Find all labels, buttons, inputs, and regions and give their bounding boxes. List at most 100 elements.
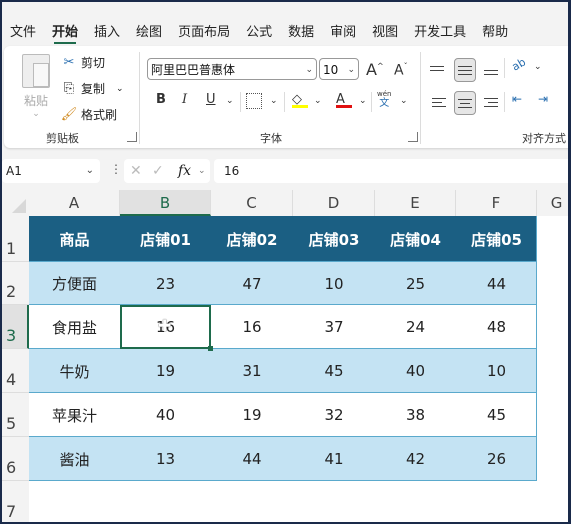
phonetic-guide-button[interactable]: wén 文 xyxy=(377,90,391,109)
row-header-1[interactable]: 1 xyxy=(2,216,29,262)
select-all-button[interactable] xyxy=(2,190,29,216)
decrease-indent-button[interactable]: ⇤ xyxy=(512,92,522,106)
middle-align-button[interactable] xyxy=(454,58,476,82)
table-cell[interactable]: 44 xyxy=(211,437,293,481)
align-left-button[interactable] xyxy=(432,94,450,110)
tab-10[interactable]: 帮助 xyxy=(474,16,516,46)
column-header-d[interactable]: D xyxy=(293,190,375,216)
tab-4[interactable]: 页面布局 xyxy=(170,16,238,46)
font-color-button[interactable]: A xyxy=(336,92,352,108)
row-header-7[interactable]: 7 xyxy=(2,481,29,522)
tab-9[interactable]: 开发工具 xyxy=(406,16,474,46)
name-box[interactable]: A1 ⌄ xyxy=(2,159,100,183)
formula-input[interactable]: 16 xyxy=(214,159,568,183)
clipboard-launcher-icon[interactable] xyxy=(127,132,137,142)
table-cell[interactable]: 40 xyxy=(375,349,456,393)
column-header-g[interactable]: G xyxy=(537,190,568,216)
tab-8[interactable]: 视图 xyxy=(364,16,406,46)
table-cell[interactable]: 25 xyxy=(375,262,456,305)
cut-button[interactable]: ✂ 剪切 xyxy=(60,54,105,71)
table-cell[interactable]: 16 xyxy=(211,305,293,349)
header-cell[interactable]: 店铺03 xyxy=(293,216,375,262)
chevron-down-icon[interactable]: ⌄ xyxy=(226,96,234,106)
table-cell[interactable]: 31 xyxy=(211,349,293,393)
font-size-select[interactable]: 10 ⌄ xyxy=(319,58,359,80)
table-cell[interactable]: 方便面 xyxy=(29,262,120,305)
chevron-down-icon[interactable]: ⌄ xyxy=(359,96,367,106)
font-launcher-icon[interactable] xyxy=(408,132,418,142)
tab-5[interactable]: 公式 xyxy=(238,16,280,46)
header-cell[interactable]: 店铺02 xyxy=(211,216,293,262)
column-header-b[interactable]: B xyxy=(120,190,211,216)
table-cell[interactable]: 苹果汁 xyxy=(29,393,120,437)
table-cell[interactable]: 食用盐 xyxy=(29,305,120,349)
table-cell[interactable]: 10 xyxy=(456,349,537,393)
increase-indent-button[interactable]: ⇥ xyxy=(538,92,548,106)
tab-7[interactable]: 审阅 xyxy=(322,16,364,46)
row-header-6[interactable]: 6 xyxy=(2,437,29,481)
chevron-down-icon[interactable]: ⌄ xyxy=(116,84,124,94)
table-cell[interactable]: 24 xyxy=(375,305,456,349)
tab-0[interactable]: 文件 xyxy=(2,16,44,46)
table-cell[interactable]: 19 xyxy=(211,393,293,437)
tab-2[interactable]: 插入 xyxy=(86,16,128,46)
table-cell[interactable]: 38 xyxy=(375,393,456,437)
bottom-align-button[interactable] xyxy=(484,64,502,80)
more-icon[interactable]: ⋮ xyxy=(110,162,122,176)
bold-button[interactable]: B xyxy=(156,92,166,107)
chevron-down-icon[interactable]: ⌄ xyxy=(314,96,322,106)
table-cell[interactable]: 10 xyxy=(293,262,375,305)
italic-button[interactable]: I xyxy=(182,92,187,107)
column-header-f[interactable]: F xyxy=(456,190,537,216)
header-cell[interactable]: 商品 xyxy=(29,216,120,262)
align-center-button[interactable] xyxy=(454,91,476,115)
table-cell[interactable]: 23 xyxy=(120,262,211,305)
table-cell[interactable]: 48 xyxy=(456,305,537,349)
header-cell[interactable]: 店铺04 xyxy=(375,216,456,262)
copy-button[interactable]: ⎘ 复制 ⌄ xyxy=(60,80,124,97)
tab-6[interactable]: 数据 xyxy=(280,16,322,46)
header-cell[interactable]: 店铺01 xyxy=(120,216,211,262)
underline-button[interactable]: U xyxy=(206,92,216,107)
column-header-e[interactable]: E xyxy=(375,190,456,216)
tab-1[interactable]: 开始 xyxy=(44,16,86,46)
table-cell[interactable]: 45 xyxy=(293,349,375,393)
table-cell[interactable]: 32 xyxy=(293,393,375,437)
fill-handle[interactable] xyxy=(208,346,213,351)
row-header-4[interactable]: 4 xyxy=(2,349,29,393)
paste-button[interactable]: 粘贴 ⌄ xyxy=(18,54,54,122)
table-cell[interactable]: 42 xyxy=(375,437,456,481)
table-cell[interactable]: 47 xyxy=(211,262,293,305)
enter-icon[interactable]: ✓ xyxy=(152,159,164,183)
table-cell[interactable]: 26 xyxy=(456,437,537,481)
table-cell[interactable]: 41 xyxy=(293,437,375,481)
column-header-a[interactable]: A xyxy=(29,190,120,216)
table-cell[interactable]: 酱油 xyxy=(29,437,120,481)
chevron-down-icon[interactable]: ⌄ xyxy=(534,62,542,72)
shrink-font-button[interactable]: Aˇ xyxy=(394,62,408,79)
chevron-down-icon[interactable]: ⌄ xyxy=(400,96,408,106)
column-header-c[interactable]: C xyxy=(211,190,293,216)
table-cell[interactable]: 40 xyxy=(120,393,211,437)
align-right-button[interactable] xyxy=(484,94,502,110)
row-header-5[interactable]: 5 xyxy=(2,393,29,437)
chevron-down-icon[interactable]: ⌄ xyxy=(270,96,278,106)
font-name-select[interactable]: 阿里巴巴普惠体 ⌄ xyxy=(147,58,317,80)
format-painter-button[interactable]: 🖌 格式刷 xyxy=(60,106,117,123)
row-header-3[interactable]: 3 xyxy=(2,305,29,349)
row-header-2[interactable]: 2 xyxy=(2,262,29,305)
top-align-button[interactable] xyxy=(430,60,448,76)
table-cell[interactable]: 45 xyxy=(456,393,537,437)
cancel-icon[interactable]: ✕ xyxy=(130,159,142,183)
borders-icon[interactable] xyxy=(246,93,262,109)
grow-font-button[interactable]: A^ xyxy=(366,60,384,79)
table-cell[interactable]: 19 xyxy=(120,349,211,393)
table-cell[interactable]: 37 xyxy=(293,305,375,349)
header-cell[interactable]: 店铺05 xyxy=(456,216,537,262)
table-cell[interactable]: 牛奶 xyxy=(29,349,120,393)
table-cell[interactable]: 44 xyxy=(456,262,537,305)
orientation-button[interactable]: ab xyxy=(510,55,528,73)
tab-3[interactable]: 绘图 xyxy=(128,16,170,46)
insert-function-button[interactable]: fx xyxy=(178,159,191,183)
fill-color-button[interactable]: ◇ xyxy=(292,92,308,108)
